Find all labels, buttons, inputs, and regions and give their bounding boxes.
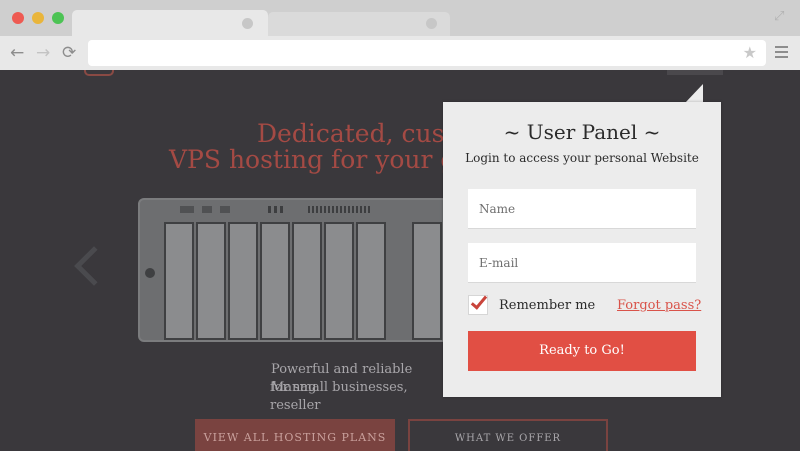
maximize-window-button[interactable] (52, 12, 64, 24)
checkmark-icon (470, 292, 488, 310)
drive-bay (356, 222, 386, 340)
server-illustration (138, 198, 448, 342)
forgot-password-link[interactable]: Forgot pass? (617, 298, 701, 313)
tab-close-icon[interactable] (242, 18, 253, 29)
hero-title-line2: VPS hosting for your g (169, 145, 457, 174)
nav-menu-button[interactable] (667, 70, 723, 75)
back-button[interactable]: ← (10, 44, 24, 62)
server-top-panel (180, 206, 410, 232)
view-hosting-plans-button[interactable]: VIEW ALL HOSTING PLANS (195, 419, 395, 451)
name-field[interactable] (468, 189, 696, 229)
reload-button[interactable]: ⟳ (62, 44, 76, 62)
drive-bay (196, 222, 226, 340)
power-icon (145, 268, 155, 278)
email-field[interactable] (468, 243, 696, 283)
panel-subtitle: Login to access your personal Website (465, 151, 699, 165)
what-we-offer-button[interactable]: WHAT WE OFFER (408, 419, 608, 451)
tab-strip: ⤢ (0, 0, 800, 36)
drive-bay (164, 222, 194, 340)
fullscreen-icon[interactable]: ⤢ (774, 10, 788, 24)
panel-title: ~ User Panel ~ (503, 120, 661, 144)
minimize-window-button[interactable] (32, 12, 44, 24)
close-window-button[interactable] (12, 12, 24, 24)
drive-bay (412, 222, 442, 340)
site-logo[interactable] (84, 70, 114, 76)
browser-menu-icon[interactable] (775, 46, 788, 58)
browser-tab-active[interactable] (72, 10, 268, 36)
drive-bay (260, 222, 290, 340)
drive-bay (292, 222, 322, 340)
tab-close-icon[interactable] (426, 18, 437, 29)
bookmark-star-icon[interactable]: ★ (743, 43, 757, 62)
popup-pointer (685, 84, 703, 103)
browser-tab-inactive[interactable] (268, 12, 450, 36)
user-panel-popup: ~ User Panel ~ Login to access your pers… (443, 102, 721, 397)
forward-button[interactable]: → (36, 44, 50, 62)
slider-prev-icon[interactable] (74, 246, 114, 286)
hero-subtitle-line2: for small businesses, reseller (270, 380, 408, 413)
remember-me-label: Remember me (499, 298, 596, 313)
browser-chrome: ⤢ ← → ⟳ ★ (0, 0, 800, 70)
remember-me-checkbox[interactable] (468, 292, 488, 315)
drive-bay (324, 222, 354, 340)
login-submit-button[interactable]: Ready to Go! (468, 331, 696, 371)
drive-bay (228, 222, 258, 340)
address-bar[interactable]: ★ (88, 40, 766, 66)
